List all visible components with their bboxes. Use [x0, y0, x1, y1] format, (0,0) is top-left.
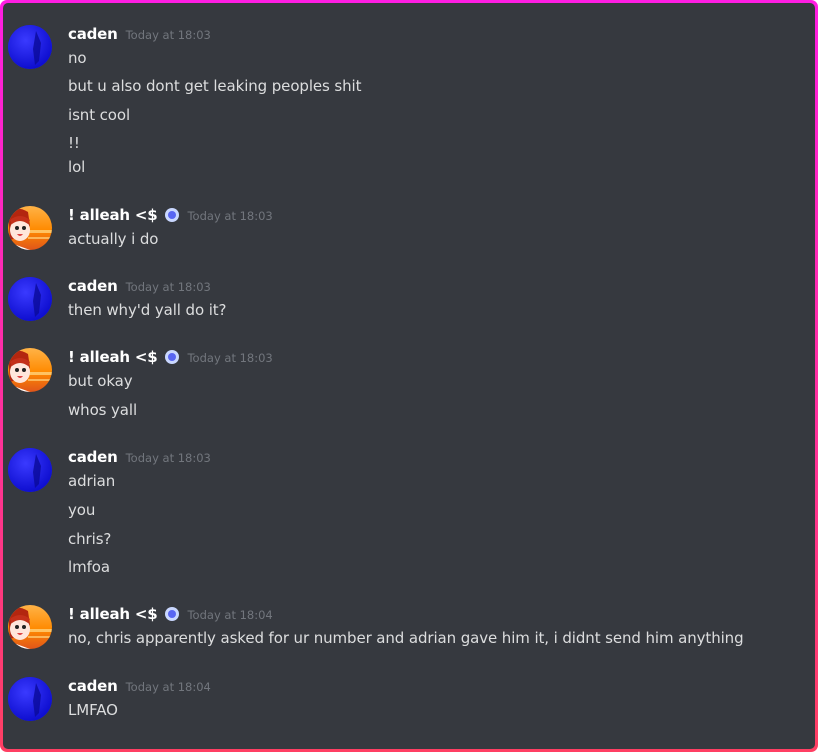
username[interactable]: ! alleah <$	[68, 206, 158, 224]
message-text: LMFAO	[68, 701, 118, 719]
message-text: but u also dont get leaking peoples shit	[68, 77, 362, 95]
message-text: !!	[68, 134, 80, 152]
user-avatar[interactable]	[8, 677, 52, 721]
message-text: you	[68, 501, 96, 519]
user-avatar[interactable]	[8, 348, 52, 392]
message-text: no	[68, 49, 87, 67]
status-badge-icon	[165, 208, 180, 222]
blue-avatar-icon	[8, 25, 52, 69]
username[interactable]: ! alleah <$	[68, 348, 158, 366]
message-header: ! alleah <$ Today at 18:03	[68, 348, 273, 370]
blue-avatar-icon	[8, 448, 52, 492]
timestamp: Today at 18:03	[187, 351, 273, 365]
user-avatar[interactable]	[8, 605, 52, 649]
window-frame: caden Today at 18:03 no but u also dont …	[0, 0, 818, 752]
chat-messages-area[interactable]: caden Today at 18:03 no but u also dont …	[3, 3, 815, 749]
timestamp: Today at 18:03	[125, 28, 211, 42]
message-text: lol	[68, 158, 86, 176]
message-header: caden Today at 18:03	[68, 448, 211, 470]
message-text: but okay	[68, 372, 133, 390]
message-text: isnt cool	[68, 106, 131, 124]
message-header: caden Today at 18:04	[68, 677, 211, 699]
timestamp: Today at 18:04	[187, 608, 273, 622]
user-avatar[interactable]	[8, 448, 52, 492]
user-avatar[interactable]	[8, 25, 52, 69]
timestamp: Today at 18:03	[187, 209, 273, 223]
message-header: ! alleah <$ Today at 18:03	[68, 206, 273, 228]
timestamp: Today at 18:03	[125, 280, 211, 294]
username[interactable]: caden	[68, 677, 118, 695]
message-text: actually i do	[68, 230, 159, 248]
message-text: chris?	[68, 530, 112, 548]
message-header: caden Today at 18:03	[68, 277, 211, 299]
message-header: caden Today at 18:03	[68, 25, 211, 47]
user-avatar[interactable]	[8, 277, 52, 321]
anime-avatar-icon	[8, 206, 52, 250]
username[interactable]: caden	[68, 25, 118, 43]
message-header: ! alleah <$ Today at 18:04	[68, 605, 273, 627]
blue-avatar-icon	[8, 677, 52, 721]
blue-avatar-icon	[8, 277, 52, 321]
timestamp: Today at 18:03	[125, 451, 211, 465]
message-text: then why'd yall do it?	[68, 301, 227, 319]
status-badge-icon	[165, 607, 180, 621]
status-badge-icon	[165, 350, 180, 364]
timestamp: Today at 18:04	[125, 680, 211, 694]
message-text: adrian	[68, 472, 116, 490]
message-text: no, chris apparently asked for ur number…	[68, 629, 744, 647]
username[interactable]: ! alleah <$	[68, 605, 158, 623]
anime-avatar-icon	[8, 605, 52, 649]
anime-avatar-icon	[8, 348, 52, 392]
username[interactable]: caden	[68, 277, 118, 295]
username[interactable]: caden	[68, 448, 118, 466]
message-text: lmfoa	[68, 558, 110, 576]
message-text: whos yall	[68, 401, 138, 419]
user-avatar[interactable]	[8, 206, 52, 250]
